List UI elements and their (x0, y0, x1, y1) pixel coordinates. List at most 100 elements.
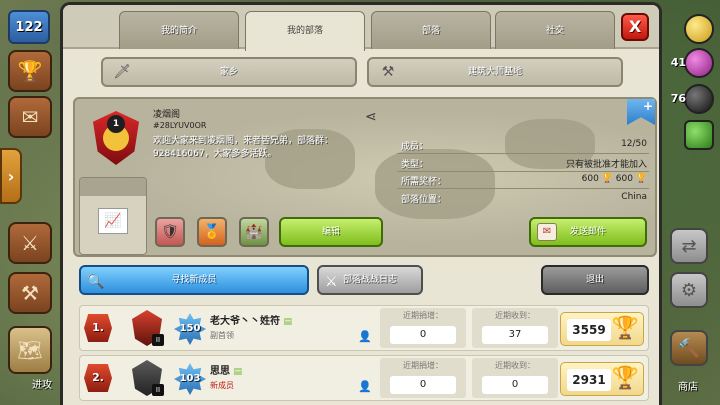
swap-icon-button[interactable]: ⇄ (670, 228, 708, 264)
edit-clan-button[interactable]: 编辑 (279, 217, 383, 247)
trophy-box: 3559 🏆 (560, 312, 644, 346)
clan-tag: #28LYUV0OR (153, 121, 207, 130)
dark-elixir-amount: 76 (670, 92, 686, 105)
search-person-icon: 🔍 (87, 274, 105, 290)
elixir-icon (684, 48, 714, 78)
subtab-builder-label: 建筑大师基地 (467, 67, 522, 77)
donated-value: 0 (390, 326, 456, 344)
attack-map-icon[interactable]: 🗺 (8, 326, 52, 374)
capital-icon[interactable]: 🏰 (239, 217, 269, 247)
clan-level: 1 (107, 115, 125, 133)
xp-level-icon: 103 (174, 363, 206, 395)
war-league-icon[interactable]: 🛡 (155, 217, 185, 247)
person-icon: 👤 (358, 380, 372, 393)
rank-badge: 1. (84, 314, 112, 342)
subtab-home-label: 家乡 (219, 67, 238, 77)
received-box: 近期收到： 37 (472, 308, 558, 348)
received-box: 近期收到： 0 (472, 358, 558, 398)
member-role: 新成员 (210, 381, 234, 390)
league-tier: II (152, 334, 164, 346)
xp-level-icon: 150 (174, 313, 206, 345)
chat-icon: ▤ (233, 367, 242, 377)
trophy-icon: 🏆 (611, 316, 639, 341)
required-trophies-value: 600 🏆 600 🏆 (581, 174, 647, 184)
chart-icon: 📈 (98, 208, 128, 234)
donated-box: 近期捐增： 0 (380, 308, 466, 348)
war-log-button[interactable]: ⚔ 部落战战日志 (317, 265, 423, 295)
received-label: 近期收到： (495, 361, 535, 370)
members-label: 成员： (401, 142, 429, 152)
shop-label: 商店 (678, 382, 698, 393)
divider (397, 171, 649, 172)
clan-description: 欢迎大家来到凌烟阁，来者皆兄弟，部落群：928416067，大家多多活跃。 (153, 136, 334, 159)
swords-icon-button[interactable]: ⚔ (8, 222, 52, 264)
swords-icon: ⚔ (325, 274, 338, 290)
received-label: 近期收到： (495, 311, 535, 320)
donated-value: 0 (390, 376, 456, 394)
send-mail-label: 发送邮件 (569, 227, 606, 237)
received-value: 0 (482, 376, 548, 394)
tab-profile[interactable]: 我的简介 (119, 11, 239, 49)
member-name-text: 老大爷丶丶姓符 (210, 316, 280, 327)
gear-icon-button[interactable]: ⚙ (670, 272, 708, 308)
chevron-right-icon[interactable]: › (0, 148, 22, 204)
divider (397, 188, 649, 189)
rank-badge: 2. (84, 364, 112, 392)
subtab-builder-base[interactable]: ⚒ 建筑大师基地 (367, 57, 623, 87)
clan-info-panel: 1 凌烟阁 #28LYUV0OR 欢迎大家来到凌烟阁，来者皆兄弟，部落群：928… (73, 97, 657, 257)
trophy-icon-button[interactable]: 🏆 (8, 50, 52, 92)
leave-clan-button[interactable]: 退出 (541, 265, 649, 295)
member-name-text: 思思 (210, 366, 230, 377)
location-label: 部落位置： (401, 195, 447, 205)
attack-label: 进攻 (32, 380, 52, 391)
member-row[interactable]: 2. II 103 思思 ▤ 新成员 👤 近期捐增： 0 近期收到： 0 293… (79, 355, 649, 401)
share-icon[interactable]: ⋖ (365, 109, 377, 125)
member-name: 老大爷丶丶姓符 ▤ (210, 312, 292, 327)
find-members-label: 寻找新成员 (171, 275, 217, 285)
trophy-count: 2931 (567, 369, 611, 391)
add-flag-icon[interactable]: + (627, 99, 655, 125)
member-name: 思思 ▤ (210, 362, 242, 377)
trophy-count: 3559 (567, 319, 611, 341)
clan-dialog: 我的简介 我的部落 部落 社交 X 🗡 家乡 ⚒ 建筑大师基地 1 凌烟阁 #2… (60, 2, 662, 405)
player-level-badge[interactable]: 122 (8, 10, 50, 44)
chat-icon: ▤ (283, 317, 292, 327)
trophy-icon: 🏆 (611, 366, 639, 391)
find-members-button[interactable]: 🔍 寻找新成员 (79, 265, 309, 295)
crossed-hammers-icon: ⚒ (381, 64, 395, 80)
shop-icon-button[interactable]: 🔨 (670, 330, 708, 366)
member-role: 副首领 (210, 331, 234, 340)
tab-bar: 我的简介 我的部落 部落 社交 X (63, 5, 659, 51)
trophy-box: 2931 🏆 (560, 362, 644, 396)
gem-icon (684, 120, 714, 150)
subtab-home-village[interactable]: 🗡 家乡 (101, 57, 357, 87)
sword-icon: 🗡 (113, 64, 131, 80)
received-value: 37 (482, 326, 548, 344)
war-stats-header (80, 178, 146, 196)
person-icon: 👤 (358, 330, 372, 343)
elixir-amount: 41 (670, 56, 686, 69)
envelope-icon: ✉ (537, 223, 557, 241)
members-value: 12/50 (621, 139, 647, 149)
divider (397, 153, 649, 154)
dark-elixir-icon (684, 84, 714, 114)
mail-icon-button[interactable]: ✉ (8, 96, 52, 138)
close-button[interactable]: X (621, 13, 649, 41)
donated-label: 近期捐增： (403, 361, 443, 370)
war-log-label: 部落战战日志 (342, 275, 397, 285)
tab-my-clan[interactable]: 我的部落 (245, 11, 365, 51)
required-trophies-label: 所需奖杯： (401, 177, 447, 187)
donated-box: 近期捐增： 0 (380, 358, 466, 398)
league-tier: II (152, 384, 164, 396)
tab-clans[interactable]: 部落 (371, 11, 491, 49)
clan-games-icon[interactable]: 🏅 (197, 217, 227, 247)
gold-icon (684, 14, 714, 44)
tab-social[interactable]: 社交 (495, 11, 615, 49)
hammer-icon-button[interactable]: ⚒ (8, 272, 52, 314)
war-stats-box[interactable]: 📈 (79, 177, 147, 255)
clan-name: 凌烟阁 (153, 110, 181, 120)
location-value: China (621, 192, 647, 202)
send-mail-button[interactable]: ✉ 发送邮件 (529, 217, 647, 247)
type-value: 只有被批准才能加入 (565, 160, 647, 170)
member-row[interactable]: 1. II 150 老大爷丶丶姓符 ▤ 副首领 👤 近期捐增： 0 近期收到： … (79, 305, 649, 351)
